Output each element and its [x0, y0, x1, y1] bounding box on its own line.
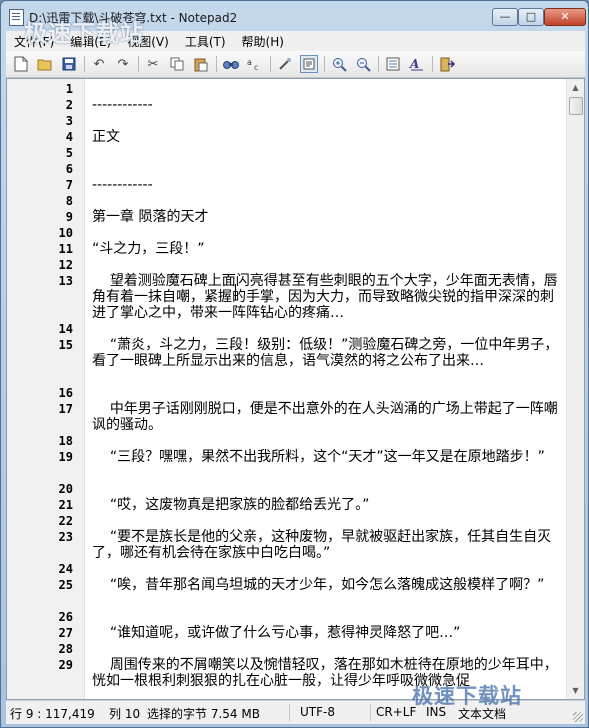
line-number: 6: [65, 162, 73, 176]
line-number: 16: [58, 386, 73, 400]
text-line[interactable]: 中年男子话刚刚脱口，便是不出意外的在人头汹涌的广场上带起了一阵嘲讽的骚动。: [92, 401, 561, 433]
line-number: 11: [58, 242, 73, 256]
line-number: 3: [65, 114, 73, 128]
text-caret: [235, 284, 236, 300]
minimize-button[interactable]: —: [492, 8, 518, 26]
word-wrap-icon[interactable]: [276, 55, 294, 73]
find-icon[interactable]: [222, 55, 240, 73]
line-number: 21: [58, 498, 73, 512]
toolbar-separator: [138, 56, 139, 72]
zoom-in-icon[interactable]: [330, 55, 348, 73]
toolbar-separator: [432, 56, 433, 72]
line-number: 19: [58, 450, 73, 464]
line-number: 26: [58, 610, 73, 624]
watermark-bottom: 极速下载站: [412, 684, 522, 708]
notepad-app-icon[interactable]: [9, 9, 24, 26]
text-line[interactable]: “斗之力，三段！”: [92, 241, 561, 257]
paste-icon[interactable]: [192, 55, 210, 73]
line-number: 17: [58, 402, 73, 416]
svg-text:A: A: [409, 57, 419, 71]
status-encoding[interactable]: UTF-8: [300, 705, 335, 719]
status-selection: 选择的字节 7.54 MB: [147, 707, 260, 721]
new-file-icon[interactable]: [12, 55, 30, 73]
status-column: 列 10: [109, 707, 141, 721]
text-line[interactable]: “要不是族长是他的父亲，这种废物，早就被驱赶出家族，任其自生自灭了，哪还有机会待…: [92, 529, 561, 561]
line-number: 29: [58, 658, 73, 672]
zoom-out-icon[interactable]: [354, 55, 372, 73]
maximize-button[interactable]: □: [518, 8, 544, 26]
line-number: 18: [58, 434, 73, 448]
line-number: 25: [58, 578, 73, 592]
undo-icon[interactable]: ↶: [90, 55, 108, 73]
line-number: 2: [65, 98, 73, 112]
menu-tools[interactable]: 工具(T): [177, 33, 234, 50]
line-number: 10: [58, 226, 73, 240]
text-line[interactable]: 正文: [92, 129, 561, 145]
toolbar-separator: [216, 56, 217, 72]
cut-icon[interactable]: ✂: [144, 55, 162, 73]
text-line[interactable]: “唉，昔年那名闻乌坦城的天才少年，如今怎么落魄成这般模样了啊？”: [92, 577, 561, 593]
line-number: 14: [58, 322, 73, 336]
vertical-scrollbar[interactable]: ▲ ▼: [566, 79, 584, 699]
editor-content[interactable]: 1 2 ------------ 3 4 正文 5 6 7 ------------ 8 9 第一章 陨…: [7, 79, 568, 699]
font-icon[interactable]: A: [408, 55, 426, 73]
save-icon[interactable]: [60, 55, 78, 73]
line-number: 9: [65, 210, 73, 224]
replace-icon[interactable]: ac: [246, 55, 264, 73]
close-button[interactable]: ✕: [544, 8, 586, 26]
status-divider: [370, 704, 371, 721]
line-number: 28: [58, 642, 73, 656]
resize-grip[interactable]: [573, 712, 583, 722]
toolbar: ↶ ↷ ✂ ac A: [6, 51, 585, 78]
line-number: 12: [58, 258, 73, 272]
status-line-ending[interactable]: CR+LF: [376, 705, 416, 719]
watermark-top: 极速下载站: [24, 21, 144, 47]
menu-help[interactable]: 帮助(H): [234, 33, 292, 50]
line-number: 7: [65, 178, 73, 192]
text-line[interactable]: 望着测验魔石碑上面闪亮得甚至有些刺眼的五个大字，少年面无表情，唇角有着一抹自嘲，…: [92, 273, 561, 321]
text-line[interactable]: ------------: [92, 97, 561, 113]
toolbar-separator: [84, 56, 85, 72]
line-number: 1: [65, 82, 73, 96]
line-number: 20: [58, 482, 73, 496]
copy-icon[interactable]: [168, 55, 186, 73]
svg-text:a: a: [247, 58, 252, 67]
line-number: 22: [58, 514, 73, 528]
line-number: 5: [65, 146, 73, 160]
svg-text:c: c: [254, 63, 258, 71]
select-scheme-icon[interactable]: [384, 55, 402, 73]
toolbar-separator: [270, 56, 271, 72]
line-number: 27: [58, 626, 73, 640]
toolbar-separator: [378, 56, 379, 72]
text-line[interactable]: “萧炎，斗之力，三段！级别：低级！”测验魔石碑之旁，一位中年男子，看了一眼碑上所…: [92, 337, 561, 369]
text-line[interactable]: “哎，这废物真是把家族的脸都给丢光了。”: [92, 497, 561, 513]
text-line[interactable]: “三段？嘿嘿，果然不出我所料，这个“天才”这一年又是在原地踏步！”: [92, 449, 561, 465]
line-number: 24: [58, 562, 73, 576]
line-number: 23: [58, 530, 73, 544]
line-number: 13: [58, 274, 73, 288]
wrap-toggle-icon[interactable]: [300, 55, 318, 73]
text-line[interactable]: ------------: [92, 177, 561, 193]
text-editor[interactable]: 1 2 ------------ 3 4 正文 5 6 7 ------------ 8 9 第一章 陨…: [6, 78, 585, 700]
open-folder-icon[interactable]: [36, 55, 54, 73]
exit-icon[interactable]: [438, 55, 456, 73]
line-number: 4: [65, 130, 73, 144]
line-number: 8: [65, 194, 73, 208]
status-divider: [289, 704, 290, 721]
toolbar-separator: [324, 56, 325, 72]
text-line[interactable]: “谁知道呢，或许做了什么亏心事，惹得神灵降怒了吧…”: [92, 625, 561, 641]
scroll-down-arrow-icon[interactable]: ▼: [567, 682, 584, 699]
text-line[interactable]: 第一章 陨落的天才: [92, 209, 561, 225]
line-number: 15: [58, 338, 73, 352]
scroll-up-arrow-icon[interactable]: ▲: [567, 79, 584, 96]
notepad2-window: D:\迅雷下载\斗破苍穹.txt - Notepad2 — □ ✕ 文件(F) …: [0, 0, 589, 728]
status-line-position: 行 9 : 117,419: [10, 707, 95, 721]
redo-icon[interactable]: ↷: [114, 55, 132, 73]
scrollbar-thumb[interactable]: [569, 97, 583, 115]
